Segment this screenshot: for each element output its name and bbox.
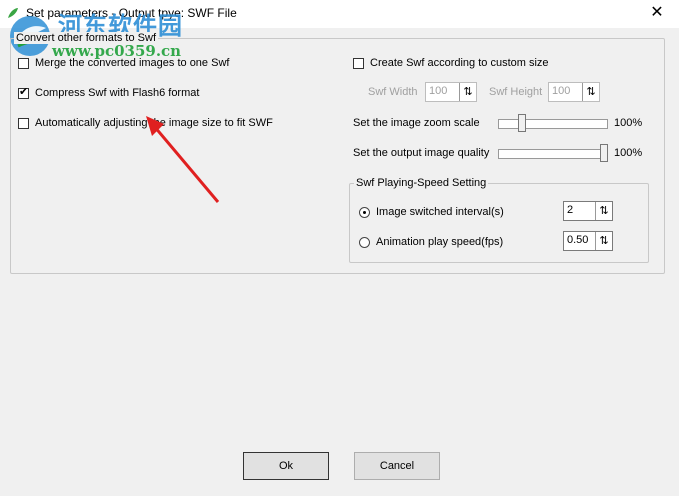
zoom-scale-slider[interactable]: [498, 114, 608, 132]
interval-radio[interactable]: [359, 206, 370, 218]
interval-label: Image switched interval(s): [376, 206, 504, 218]
swf-width-stepper[interactable]: 100 ⇅: [425, 82, 477, 102]
output-quality-track: [498, 149, 608, 159]
playing-speed-group: [349, 183, 649, 263]
merge-images-option[interactable]: Merge the converted images to one Swf: [18, 57, 229, 69]
zoom-scale-percent: 100%: [614, 117, 643, 129]
interval-value: 2: [567, 204, 574, 216]
compress-flash6-label: Compress Swf with Flash6 format: [35, 87, 200, 99]
output-quality-thumb[interactable]: [600, 144, 608, 162]
updown-arrows-icon[interactable]: ⇅: [595, 202, 612, 220]
compress-flash6-checkbox[interactable]: [18, 85, 29, 99]
fps-value: 0.50: [567, 234, 589, 246]
swf-width-value: 100: [429, 85, 448, 97]
convert-options-group-title: Convert other formats to Swf: [14, 32, 158, 44]
output-quality-label: Set the output image quality: [353, 147, 490, 159]
zoom-scale-label: Set the image zoom scale: [353, 117, 480, 129]
zoom-scale-thumb[interactable]: [518, 114, 526, 132]
interval-stepper[interactable]: 2 ⇅: [563, 201, 613, 221]
fps-label: Animation play speed(fps): [376, 236, 504, 248]
swf-height-value: 100: [552, 85, 571, 97]
zoom-scale-track: [498, 119, 608, 129]
fps-stepper[interactable]: 0.50 ⇅: [563, 231, 613, 251]
close-icon: ✕: [650, 4, 664, 21]
custom-size-label: Create Swf according to custom size: [370, 57, 549, 69]
updown-arrows-icon[interactable]: ⇅: [459, 83, 476, 101]
fps-option[interactable]: Animation play speed(fps): [359, 236, 503, 248]
close-button[interactable]: ✕: [635, 0, 679, 28]
ok-button[interactable]: Ok: [243, 452, 329, 480]
cancel-button[interactable]: Cancel: [354, 452, 440, 480]
merge-images-checkbox[interactable]: [18, 57, 29, 69]
swf-height-label: Swf Height: [489, 86, 543, 98]
merge-images-label: Merge the converted images to one Swf: [35, 57, 230, 69]
compress-flash6-option[interactable]: Compress Swf with Flash6 format: [18, 85, 200, 99]
updown-arrows-icon[interactable]: ⇅: [595, 232, 612, 250]
interval-option[interactable]: Image switched interval(s): [359, 206, 504, 218]
custom-size-option[interactable]: Create Swf according to custom size: [353, 57, 549, 69]
swf-height-stepper[interactable]: 100 ⇅: [548, 82, 600, 102]
swf-width-label: Swf Width: [368, 86, 418, 98]
custom-size-checkbox[interactable]: [353, 57, 364, 69]
output-quality-slider[interactable]: [498, 144, 608, 162]
output-quality-percent: 100%: [614, 147, 643, 159]
fps-radio[interactable]: [359, 236, 370, 248]
playing-speed-group-title: Swf Playing-Speed Setting: [354, 177, 489, 189]
auto-adjust-size-checkbox[interactable]: [18, 117, 29, 129]
annotation-arrow: [146, 116, 220, 203]
updown-arrows-icon[interactable]: ⇅: [582, 83, 599, 101]
